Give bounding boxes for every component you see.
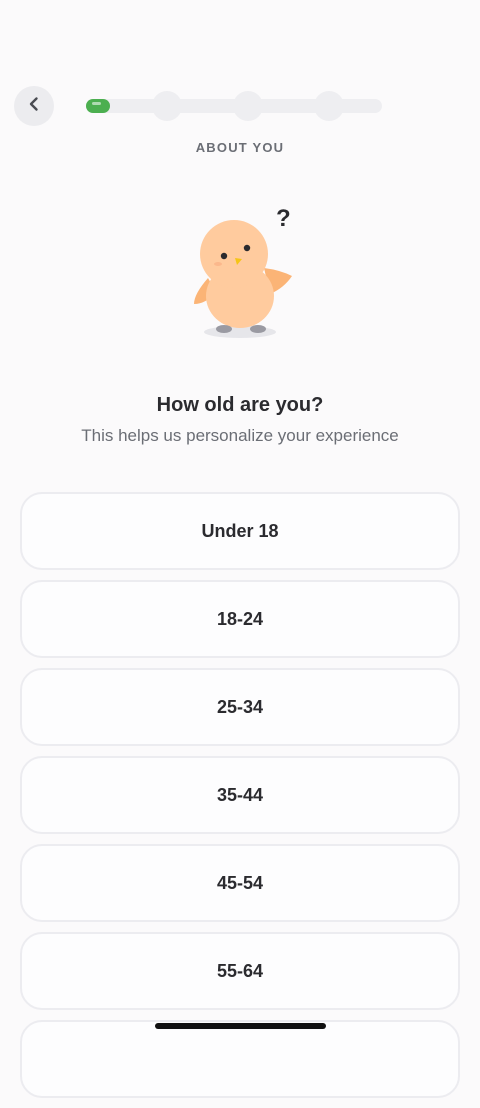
- progress-bar: [86, 91, 382, 121]
- section-label: ABOUT YOU: [195, 140, 285, 155]
- age-option-18-24[interactable]: 18-24: [20, 580, 460, 658]
- question-mark-icon: ?: [276, 205, 291, 232]
- age-option-45-54[interactable]: 45-54: [20, 844, 460, 922]
- age-option-label: 18-24: [216, 608, 264, 629]
- chevron-left-icon: [26, 96, 42, 117]
- age-option-label: 45-54: [216, 872, 264, 893]
- progress-bar-fill: [86, 99, 110, 113]
- question-title: How old are you?: [156, 394, 324, 416]
- progress-step-dot: [233, 91, 263, 121]
- age-option-label: 55-64: [216, 960, 264, 981]
- age-option-25-34[interactable]: 25-34: [20, 668, 460, 746]
- back-button[interactable]: [14, 86, 54, 126]
- age-option-label: 35-44: [216, 784, 264, 805]
- progress-step-dot: [314, 91, 344, 121]
- age-option-label: 25-34: [216, 696, 264, 717]
- age-option-35-44[interactable]: 35-44: [20, 756, 460, 834]
- age-option-55-64[interactable]: 55-64: [20, 932, 460, 1010]
- age-option-label: Under 18: [201, 520, 279, 541]
- question-subtitle: This helps us personalize your experienc…: [81, 426, 399, 445]
- age-option-under-18[interactable]: Under 18: [20, 492, 460, 570]
- confused-bird-mascot: ?: [180, 196, 304, 346]
- age-options-list: Under 18 18-24 25-34 35-44 45-54 55-64: [20, 492, 460, 1108]
- home-indicator: [155, 1023, 326, 1029]
- progress-step-dot: [152, 91, 182, 121]
- age-option-partial[interactable]: [20, 1020, 460, 1098]
